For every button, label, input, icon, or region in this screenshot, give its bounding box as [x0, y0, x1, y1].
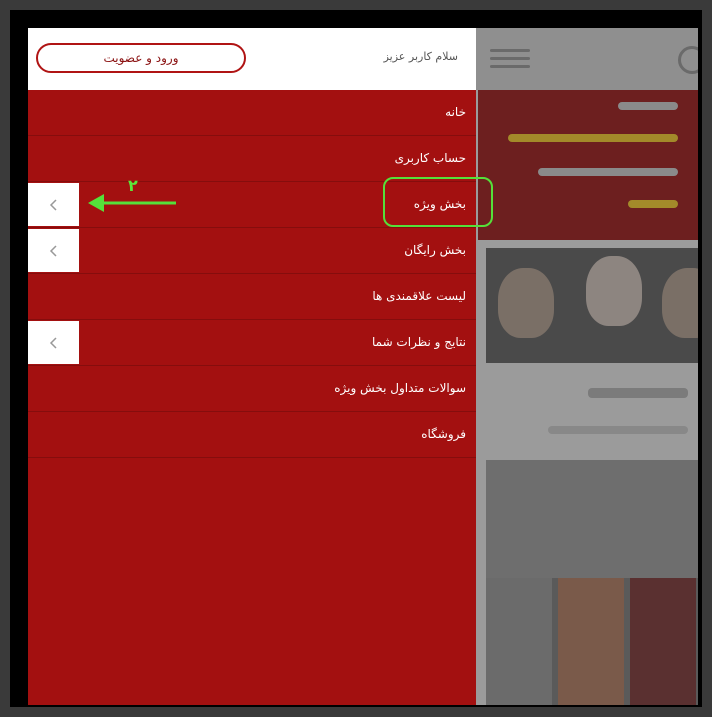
menu-item-results-feedback[interactable]: نتایج و نظرات شما: [28, 320, 476, 366]
menu-item-account[interactable]: حساب کاربری: [28, 136, 476, 182]
menu-item-label: نتایج و نظرات شما: [371, 335, 466, 349]
search-icon: [678, 46, 698, 74]
annotation-step-number: ۲: [128, 176, 138, 195]
background-photo: [486, 248, 698, 363]
menu-item-free-section[interactable]: بخش رایگان: [28, 228, 476, 274]
menu-item-favorites[interactable]: لیست علاقمندی ها: [28, 274, 476, 320]
background-cards: [486, 578, 698, 705]
submenu-toggle-button[interactable]: [28, 229, 79, 272]
highlight-box: [383, 177, 493, 227]
chevron-left-icon: [49, 198, 57, 211]
background-title: [588, 388, 688, 398]
drawer-header: ورود و عضویت سلام کاربر عزیز: [28, 28, 476, 90]
menu-item-label: بخش رایگان: [404, 243, 466, 257]
chevron-left-icon: [49, 244, 57, 257]
submenu-toggle-button[interactable]: [28, 321, 79, 364]
drawer-menu: خانه حساب کاربری بخش ویژه بخش رایگان لیس…: [28, 90, 476, 458]
background-table: [486, 460, 698, 580]
greeting-text: سلام کاربر عزیز: [383, 50, 458, 63]
nav-drawer: ورود و عضویت سلام کاربر عزیز خانه حساب ک…: [28, 28, 493, 705]
chevron-left-icon: [49, 336, 57, 349]
app-screen: ورود و عضویت سلام کاربر عزیز خانه حساب ک…: [28, 28, 698, 705]
submenu-toggle-button[interactable]: [28, 183, 79, 226]
menu-item-label: خانه: [445, 105, 466, 119]
menu-item-label: فروشگاه: [421, 427, 466, 441]
background-subtitle: [548, 426, 688, 434]
hamburger-icon: [490, 44, 530, 74]
menu-item-shop[interactable]: فروشگاه: [28, 412, 476, 458]
menu-item-faq[interactable]: سوالات متداول بخش ویژه: [28, 366, 476, 412]
background-banner: [478, 90, 698, 240]
menu-item-label: لیست علاقمندی ها: [372, 289, 466, 303]
login-signup-button[interactable]: ورود و عضویت: [36, 43, 246, 73]
menu-item-label: حساب کاربری: [394, 151, 466, 165]
menu-item-home[interactable]: خانه: [28, 90, 476, 136]
menu-item-label: سوالات متداول بخش ویژه: [334, 381, 466, 395]
